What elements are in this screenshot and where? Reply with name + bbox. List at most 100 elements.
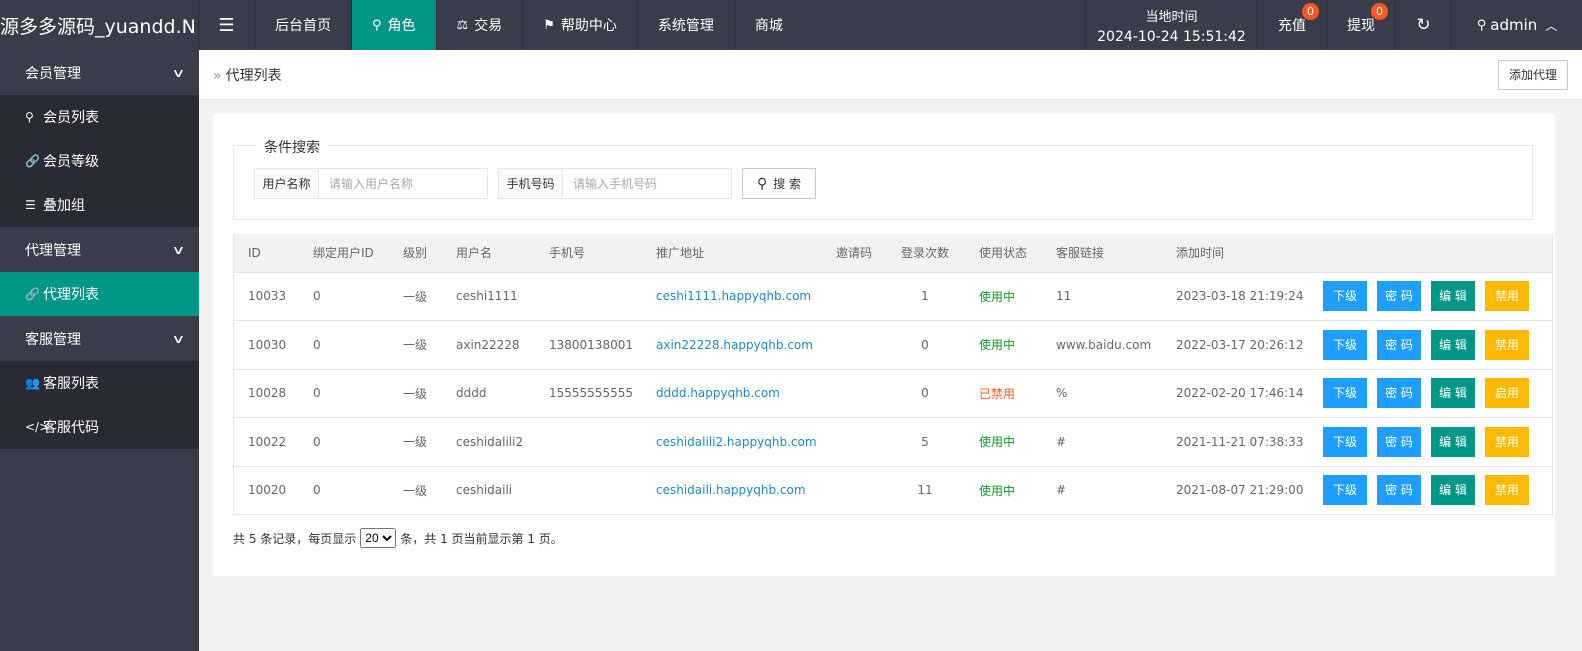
toggle-button[interactable]: 禁用 bbox=[1485, 475, 1529, 506]
cell-url[interactable]: dddd.happyqhb.com bbox=[641, 369, 821, 418]
toggle-button[interactable]: 禁用 bbox=[1485, 426, 1529, 457]
sub-button[interactable]: 下级 bbox=[1323, 281, 1367, 312]
nav-trade[interactable]: ⚖ 交易 bbox=[437, 0, 524, 50]
toggle-button[interactable]: 禁用 bbox=[1485, 281, 1529, 312]
cell-bind: 0 bbox=[298, 466, 388, 515]
recharge-label: 充值 bbox=[1278, 18, 1306, 34]
password-button[interactable]: 密 码 bbox=[1377, 281, 1421, 312]
cell-status: 已禁用 bbox=[964, 369, 1041, 418]
sidebar-group-members[interactable]: 会员管理 ∨ bbox=[0, 50, 199, 95]
sub-button[interactable]: 下级 bbox=[1323, 475, 1367, 506]
col-status: 使用状态 bbox=[964, 234, 1041, 273]
nav-mall[interactable]: 商城 bbox=[735, 0, 803, 50]
edit-button[interactable]: 编 辑 bbox=[1431, 426, 1475, 457]
sidebar-item-member-level[interactable]: 🔗 会员等级 bbox=[0, 139, 199, 183]
search-icon: ⚲ bbox=[756, 175, 768, 192]
search-button[interactable]: ⚲ 搜 索 bbox=[742, 168, 816, 199]
edit-button[interactable]: 编 辑 bbox=[1431, 475, 1475, 506]
nav-trade-label: 交易 bbox=[474, 18, 503, 34]
cell-logins: 5 bbox=[886, 417, 964, 467]
sidebar-group-agents[interactable]: 代理管理 ∨ bbox=[0, 227, 199, 272]
cell-level: 一级 bbox=[388, 466, 441, 515]
cell-service: # bbox=[1041, 417, 1161, 467]
cell-bind: 0 bbox=[298, 272, 388, 321]
sidebar-group-service[interactable]: 客服管理 ∨ bbox=[0, 316, 199, 361]
add-agent-button[interactable]: 添加代理 bbox=[1497, 59, 1568, 90]
search-fieldset: 条件搜索 用户名称 手机号码 ⚲ 搜 索 bbox=[233, 137, 1533, 220]
chevron-down-icon: ∨ bbox=[171, 242, 186, 257]
col-service: 客服链接 bbox=[1041, 234, 1161, 273]
pager-suffix: 条，共 1 页当前显示第 1 页。 bbox=[400, 531, 563, 546]
password-button[interactable]: 密 码 bbox=[1377, 426, 1421, 457]
nav-role[interactable]: ⚲ 角色 bbox=[352, 0, 437, 50]
cell-username: axin22228 bbox=[441, 320, 534, 370]
nav-home-label: 后台首页 bbox=[275, 18, 331, 34]
sidebar-item-member-list[interactable]: ⚲ 会员列表 bbox=[0, 95, 199, 139]
sidebar-item-label: 客服列表 bbox=[43, 376, 99, 392]
refresh-icon[interactable]: ↻ bbox=[1396, 0, 1452, 50]
sidebar-item-label: 代理列表 bbox=[43, 287, 99, 303]
sub-button[interactable]: 下级 bbox=[1323, 426, 1367, 457]
col-level: 级别 bbox=[388, 234, 441, 273]
phone-label: 手机号码 bbox=[499, 169, 563, 198]
col-bind-user: 绑定用户ID bbox=[298, 234, 388, 273]
cell-url[interactable]: axin22228.happyqhb.com bbox=[641, 320, 821, 370]
users-icon: 👥 bbox=[25, 376, 40, 390]
sidebar-item-service-list[interactable]: 👥 客服列表 bbox=[0, 361, 199, 405]
cell-time: 2021-11-21 07:38:33 bbox=[1161, 417, 1308, 467]
link-icon: 🔗 bbox=[25, 154, 40, 168]
phone-input[interactable] bbox=[563, 169, 731, 198]
sidebar-item-stack-group[interactable]: ☰ 叠加组 bbox=[0, 183, 199, 227]
cell-username: dddd bbox=[441, 369, 534, 418]
breadcrumb-current: 代理列表 bbox=[225, 67, 282, 84]
breadcrumb: » 代理列表 bbox=[213, 65, 282, 85]
user-menu[interactable]: ⚲ admin ︿ bbox=[1452, 0, 1582, 50]
nav-role-label: 角色 bbox=[387, 18, 416, 34]
cell-url[interactable]: ceshidaili.happyqhb.com bbox=[641, 466, 821, 515]
edit-button[interactable]: 编 辑 bbox=[1431, 378, 1475, 409]
password-button[interactable]: 密 码 bbox=[1377, 475, 1421, 506]
password-button[interactable]: 密 码 bbox=[1377, 329, 1421, 360]
nav-help[interactable]: ⚑ 帮助中心 bbox=[523, 0, 638, 50]
menu-toggle-icon[interactable]: ☰ bbox=[199, 0, 255, 50]
sidebar: 会员管理 ∨ ⚲ 会员列表 🔗 会员等级 ☰ 叠加组 代理管理 ∨ 🔗 代理列表 客服管理 ∨… bbox=[0, 50, 199, 651]
toggle-button[interactable]: 禁用 bbox=[1485, 329, 1529, 360]
link-icon: 🔗 bbox=[25, 287, 40, 301]
user-icon: ⚲ bbox=[1476, 17, 1487, 33]
app-logo[interactable]: 源多多源码_yuandd.N... bbox=[0, 0, 199, 50]
username-input[interactable] bbox=[319, 169, 487, 198]
main-content: »代理列表 添加代理 条件搜索 用户名称 手机号码 ⚲ 搜 索 ID bbox=[199, 50, 1582, 651]
cell-phone: 13800138001 bbox=[534, 320, 641, 370]
sidebar-group-label: 代理管理 bbox=[25, 242, 81, 259]
page-size-select[interactable]: 20 bbox=[360, 528, 397, 548]
pager-prefix: 共 5 条记录，每页显示 bbox=[233, 531, 357, 546]
cell-actions: 下级密 码编 辑禁用 bbox=[1308, 417, 1553, 467]
sidebar-item-agent-list[interactable]: 🔗 代理列表 bbox=[0, 272, 199, 316]
col-invite: 邀请码 bbox=[821, 234, 886, 273]
col-time: 添加时间 bbox=[1161, 234, 1308, 273]
col-url: 推广地址 bbox=[641, 234, 821, 273]
sidebar-item-service-code[interactable]: </> 客服代码 bbox=[0, 405, 199, 449]
sub-button[interactable]: 下级 bbox=[1323, 329, 1367, 360]
cell-level: 一级 bbox=[388, 320, 441, 370]
toggle-button[interactable]: 启用 bbox=[1485, 378, 1529, 409]
cell-time: 2023-03-18 21:19:24 bbox=[1161, 272, 1308, 321]
edit-button[interactable]: 编 辑 bbox=[1431, 329, 1475, 360]
cell-bind: 0 bbox=[298, 369, 388, 418]
cell-username: ceshidalili2 bbox=[441, 417, 534, 467]
nav-home[interactable]: 后台首页 bbox=[255, 0, 352, 50]
withdraw-button[interactable]: 提现 0 bbox=[1327, 0, 1396, 50]
sub-button[interactable]: 下级 bbox=[1323, 378, 1367, 409]
user-name: admin bbox=[1490, 16, 1538, 34]
table-row: 10022 0 一级 ceshidalili2 ceshidalili2.hap… bbox=[233, 417, 1553, 467]
nav-system[interactable]: 系统管理 bbox=[638, 0, 735, 50]
recharge-button[interactable]: 充值 0 bbox=[1258, 0, 1327, 50]
cell-logins: 1 bbox=[886, 272, 964, 321]
edit-button[interactable]: 编 辑 bbox=[1431, 281, 1475, 312]
cell-url[interactable]: ceshidalili2.happyqhb.com bbox=[641, 417, 821, 467]
cell-level: 一级 bbox=[388, 369, 441, 418]
cell-url[interactable]: ceshi1111.happyqhb.com bbox=[641, 272, 821, 321]
cell-phone bbox=[534, 272, 641, 321]
local-time: 当地时间 2024-10-24 15:51:42 bbox=[1085, 0, 1258, 50]
password-button[interactable]: 密 码 bbox=[1377, 378, 1421, 409]
